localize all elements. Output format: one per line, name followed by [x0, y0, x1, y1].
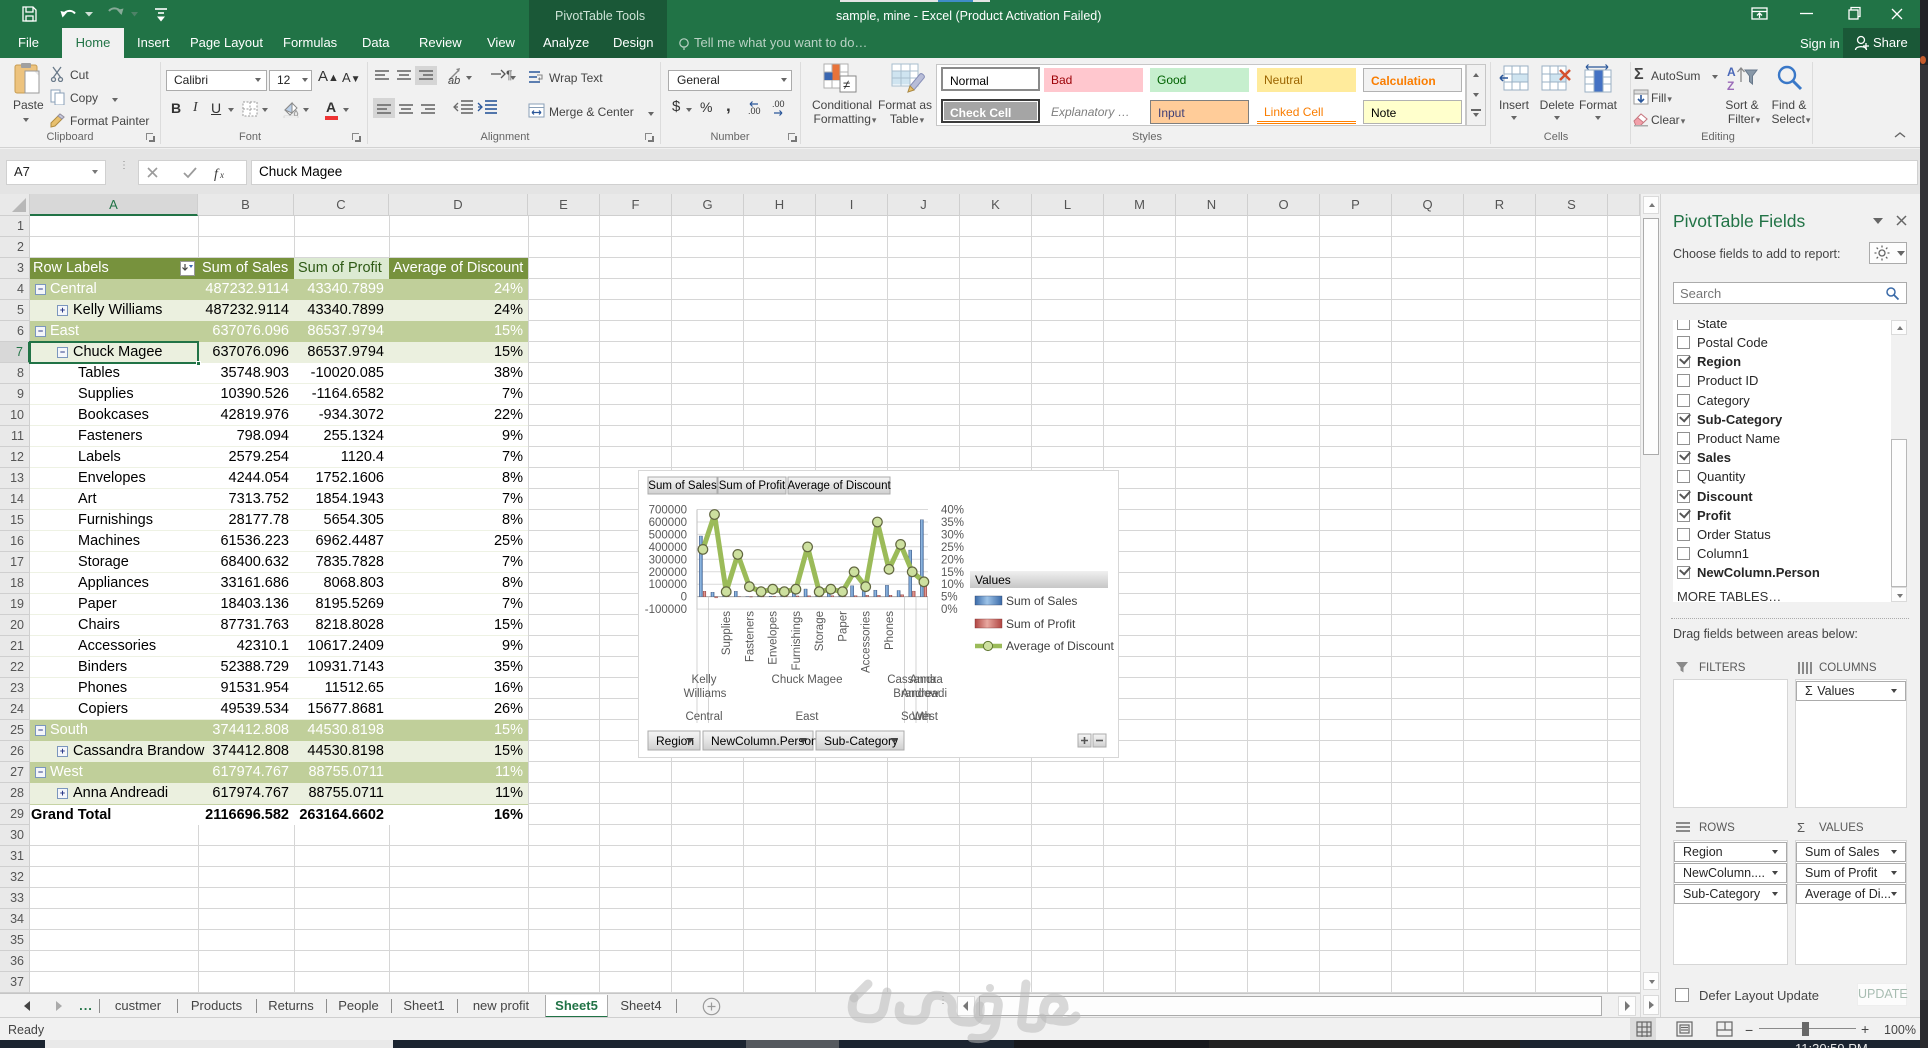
svg-text:Kelly: Kelly [692, 674, 717, 686]
svg-text:10%: 10% [941, 579, 964, 591]
svg-text:Sub-Category: Sub-Category [824, 734, 898, 748]
svg-text:Z: Z [1727, 79, 1734, 93]
svg-text:Phones: Phones [884, 611, 896, 650]
svg-text:East: East [795, 711, 819, 723]
svg-text:x: x [219, 170, 224, 180]
svg-text:5%: 5% [941, 592, 958, 604]
svg-text:Williams: Williams [684, 688, 727, 700]
svg-text:0: 0 [681, 592, 687, 604]
svg-text:Accessories: Accessories [861, 611, 873, 673]
svg-text:-100000: -100000 [645, 604, 687, 616]
svg-text:Sum of Profit: Sum of Profit [719, 480, 786, 492]
svg-text:300000: 300000 [649, 554, 687, 566]
svg-text:Andreadi: Andreadi [901, 688, 947, 700]
svg-text:Furnishings: Furnishings [791, 611, 803, 671]
svg-text:Paper: Paper [838, 611, 850, 642]
svg-text:Sum of Sales: Sum of Sales [1006, 594, 1077, 608]
svg-text:25%: 25% [941, 542, 964, 554]
svg-text:Fasteners: Fasteners [744, 611, 756, 662]
svg-text:35%: 35% [941, 517, 964, 529]
svg-text:.00: .00 [772, 99, 785, 109]
svg-text:.00: .00 [748, 106, 761, 116]
svg-text:15%: 15% [941, 567, 964, 579]
svg-text:0%: 0% [941, 604, 958, 616]
svg-text:700000: 700000 [649, 505, 687, 517]
svg-text:Sum of Profit: Sum of Profit [1006, 617, 1076, 631]
svg-text:200000: 200000 [649, 567, 687, 579]
svg-text:500000: 500000 [649, 529, 687, 541]
svg-text:30%: 30% [941, 529, 964, 541]
svg-text:Anna: Anna [910, 674, 937, 686]
svg-text:Values: Values [975, 573, 1011, 587]
svg-text:Region: Region [656, 734, 694, 748]
svg-text:400000: 400000 [649, 542, 687, 554]
svg-text:20%: 20% [941, 554, 964, 566]
svg-text:Sum of Sales: Sum of Sales [648, 480, 717, 492]
svg-text:≠: ≠ [843, 77, 850, 92]
svg-text:Envelopes: Envelopes [768, 611, 780, 665]
svg-text:West: West [912, 711, 939, 723]
svg-text:Central: Central [685, 711, 722, 723]
svg-text:Supplies: Supplies [721, 611, 733, 655]
svg-text:Chuck Magee: Chuck Magee [772, 674, 843, 686]
svg-text:Average of Discount: Average of Discount [1006, 639, 1115, 653]
svg-text:Storage: Storage [814, 611, 826, 651]
svg-text:A: A [1727, 65, 1736, 79]
svg-text:Average of Discount: Average of Discount [787, 480, 891, 492]
svg-text:600000: 600000 [649, 517, 687, 529]
svg-text:100000: 100000 [649, 579, 687, 591]
svg-text:ab: ab [448, 75, 460, 87]
svg-text:40%: 40% [941, 505, 964, 517]
